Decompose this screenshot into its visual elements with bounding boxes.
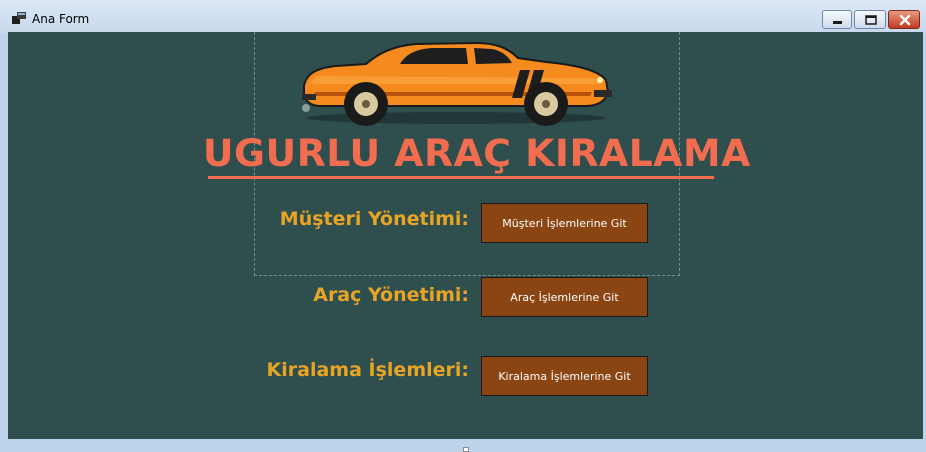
maximize-icon: [865, 15, 877, 25]
minimize-button[interactable]: [822, 10, 852, 29]
form-client-area: UGURLU ARAÇ KIRALAMA Müşteri Yönetimi: M…: [8, 32, 923, 439]
title-bar[interactable]: Ana Form: [0, 0, 926, 34]
brand-title: UGURLU ARAÇ KIRALAMA: [202, 132, 751, 175]
resize-grip[interactable]: [463, 447, 469, 452]
vehicle-management-label: Araç Yönetimi:: [313, 284, 469, 306]
minimize-icon: [833, 21, 842, 24]
customer-operations-button[interactable]: Müşteri İşlemlerine Git: [481, 203, 648, 243]
vehicle-operations-button[interactable]: Araç İşlemlerine Git: [481, 277, 648, 317]
maximize-button[interactable]: [854, 10, 886, 29]
main-window: Ana Form UGURLU ARAÇ KIRALAMA Müşteri Yö…: [0, 0, 926, 452]
close-icon: [899, 14, 911, 26]
brand-underline: [208, 176, 714, 179]
customer-management-label: Müşteri Yönetimi:: [279, 208, 469, 230]
rental-operations-button[interactable]: Kiralama İşlemlerine Git: [481, 356, 648, 396]
car-icon: [302, 41, 612, 126]
close-button[interactable]: [888, 10, 920, 29]
window-title: Ana Form: [32, 12, 90, 26]
form-icon: [12, 12, 26, 24]
rental-operations-label: Kiralama İşlemleri:: [266, 359, 469, 381]
